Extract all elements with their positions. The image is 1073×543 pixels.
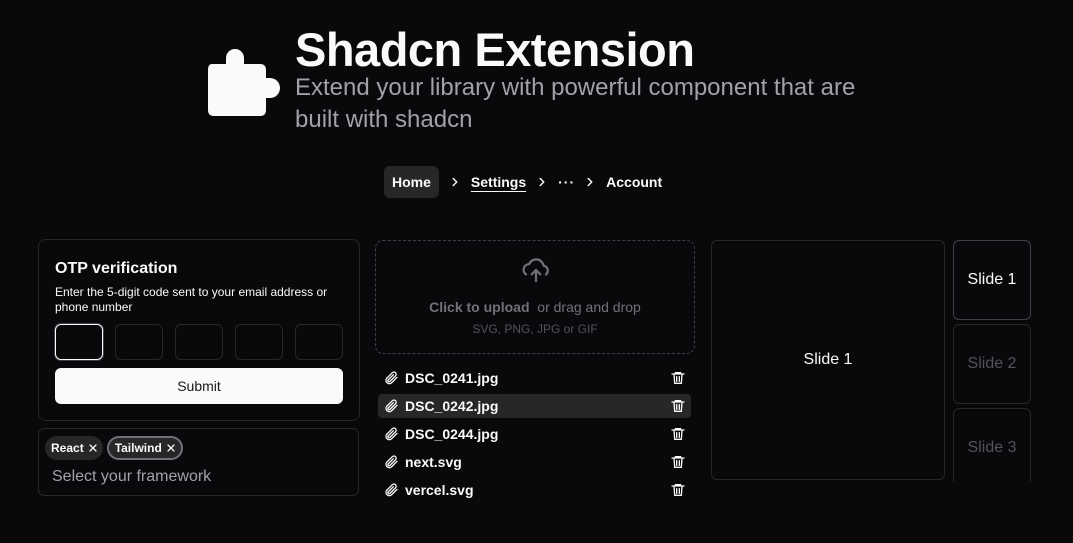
file-item[interactable]: DSC_0241.jpg (378, 366, 691, 390)
file-item[interactable]: next.svg (378, 450, 691, 474)
file-name: DSC_0241.jpg (405, 370, 499, 386)
breadcrumb-account: Account (606, 174, 663, 190)
chip-react: React (45, 436, 103, 460)
file-name: next.svg (405, 454, 462, 470)
carousel-thumbnail[interactable]: Slide 3 (953, 408, 1031, 482)
carousel-thumbnail[interactable]: Slide 1 (953, 240, 1031, 320)
trash-icon[interactable] (670, 426, 686, 442)
file-item[interactable]: vercel.svg (378, 478, 691, 502)
breadcrumb-home[interactable]: Home (384, 166, 439, 198)
chip-tailwind: Tailwind (106, 436, 183, 460)
file-dropzone[interactable]: Click to upload or drag and drop SVG, PN… (375, 240, 695, 354)
otp-inputs (55, 324, 343, 360)
puzzle-piece-icon (208, 49, 280, 116)
chip-label: React (51, 441, 84, 455)
close-icon[interactable] (87, 442, 99, 454)
page-title: Shadcn Extension (295, 23, 695, 76)
chevron-right-icon (439, 175, 471, 189)
chevron-right-icon (574, 175, 606, 189)
cloud-upload-icon (522, 258, 549, 283)
upload-secondary: or drag and drop (537, 299, 641, 315)
paperclip-icon (385, 399, 398, 413)
upload-cta[interactable]: Click to upload (429, 299, 529, 315)
file-name: DSC_0242.jpg (405, 398, 499, 414)
carousel-thumbnail[interactable]: Slide 2 (953, 324, 1031, 404)
breadcrumb: Home Settings ··· Account (384, 166, 662, 198)
selected-chips: React Tailwind (45, 436, 352, 460)
otp-description: Enter the 5-digit code sent to your emai… (55, 285, 328, 314)
file-list: DSC_0241.jpg DSC_0242.jpg DSC_0244.jpg n… (378, 366, 691, 506)
upload-instructions: Click to upload or drag and drop (376, 299, 694, 315)
upload-hint: SVG, PNG, JPG or GIF (472, 322, 598, 336)
otp-slot-5[interactable] (295, 324, 343, 360)
close-icon[interactable] (165, 442, 177, 454)
trash-icon[interactable] (670, 398, 686, 414)
chip-label: Tailwind (114, 441, 162, 455)
submit-button[interactable]: Submit (55, 368, 343, 404)
breadcrumb-ellipsis[interactable]: ··· (558, 174, 574, 190)
file-name: vercel.svg (405, 482, 474, 498)
carousel-main-slide[interactable]: Slide 1 (711, 240, 945, 480)
otp-card: OTP verification Enter the 5-digit code … (38, 239, 360, 421)
paperclip-icon (385, 483, 398, 497)
trash-icon[interactable] (670, 482, 686, 498)
file-item[interactable]: DSC_0242.jpg (378, 394, 691, 418)
paperclip-icon (385, 427, 398, 441)
file-item[interactable]: DSC_0244.jpg (378, 422, 691, 446)
framework-input[interactable]: Select your framework (52, 468, 352, 486)
file-name: DSC_0244.jpg (405, 426, 499, 442)
chevron-right-icon (526, 175, 558, 189)
page-subtitle: Extend your library with powerful compon… (295, 74, 856, 133)
paperclip-icon (385, 371, 398, 385)
carousel-thumbnails: Slide 1 Slide 2 Slide 3 (953, 240, 1032, 482)
otp-slot-4[interactable] (235, 324, 283, 360)
otp-slot-2[interactable] (115, 324, 163, 360)
otp-slot-3[interactable] (175, 324, 223, 360)
breadcrumb-settings[interactable]: Settings (471, 174, 526, 190)
otp-title: OTP verification (55, 260, 178, 277)
hero-section: Shadcn Extension Extend your library wit… (208, 22, 908, 142)
otp-slot-1[interactable] (55, 324, 103, 360)
slide-label: Slide 1 (803, 351, 853, 368)
paperclip-icon (385, 455, 398, 469)
trash-icon[interactable] (670, 370, 686, 386)
framework-multiselect[interactable]: React Tailwind Select your framework (38, 428, 359, 496)
trash-icon[interactable] (670, 454, 686, 470)
